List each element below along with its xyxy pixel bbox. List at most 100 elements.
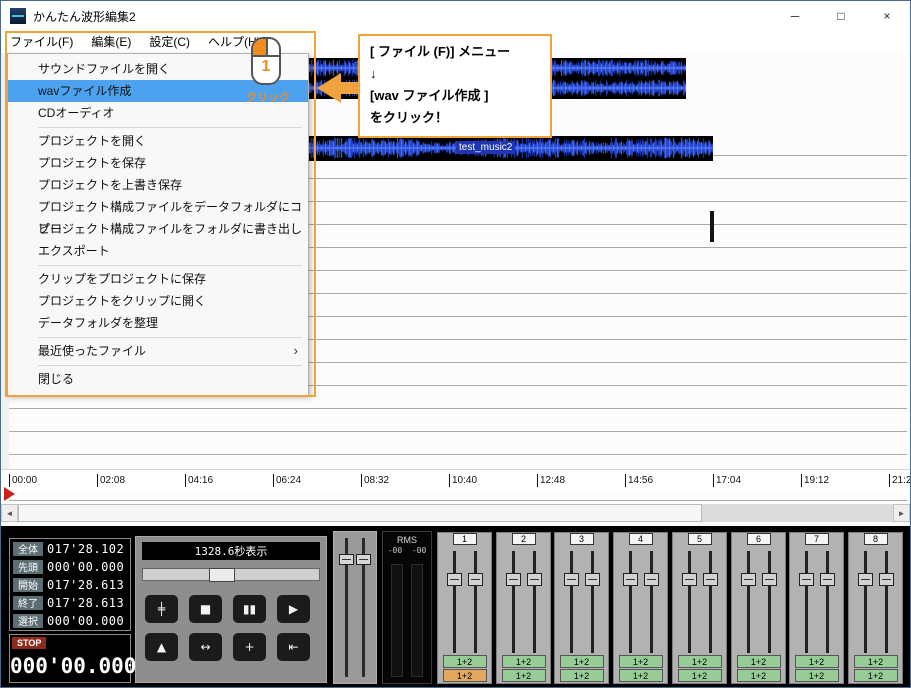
menu-item[interactable]: CDオーディオ [8,102,308,124]
timeline-ruler[interactable]: 00:00 02:08 04:16 06:24 08:32 10:40 12:48 14:56… [1,469,910,492]
eject-button[interactable]: ▲ [145,633,178,661]
channel-route-button[interactable]: 1+2 [501,655,546,668]
fader-button[interactable]: ╪ [145,595,178,623]
channel-number: 4 [628,533,653,545]
channel-fader-handle[interactable] [527,573,542,586]
menu-item-label: プロジェクトを上書き保存 [38,178,183,192]
add-button[interactable]: + [233,633,266,661]
transport-row-1: ╪ ■ ▮▮ ▶ [145,595,310,623]
channel-fader-handle[interactable] [703,573,718,586]
channel-fader-handle[interactable] [799,573,814,586]
timeline-label: 08:32 [361,474,389,487]
menu-item-label: クリップをプロジェクトに保存 [38,272,207,286]
channel-fader-track [629,551,632,653]
time-row-value: 017'28.102 [47,541,125,556]
channel-route-button[interactable]: 1+2 [794,655,839,668]
close-button[interactable]: × [864,1,910,31]
channel-route-button[interactable]: 1+2 [677,669,722,682]
level-meter-panel: RMS -00 -00 [382,531,432,684]
meter-bar-left [391,564,403,677]
channel-route-button[interactable]: 1+2 [559,655,604,668]
callout-line-1: [ ファイル (F)] メニュー [370,44,511,59]
pause-button[interactable]: ▮▮ [233,595,266,623]
menu-item[interactable]: クリップをプロジェクトに保存 [8,268,308,290]
channel-route-button[interactable]: 1+2 [677,655,722,668]
channel-route-button[interactable]: 1+2 [794,669,839,682]
channel-fader-handle[interactable] [468,573,483,586]
menu-item[interactable]: プロジェクトを開く [8,130,308,152]
channel-route-button[interactable]: 1+2 [853,655,898,668]
maximize-button[interactable]: □ [818,1,864,31]
channel-fader-handle[interactable] [623,573,638,586]
time-row: 全体 017'28.102 [13,541,127,556]
channel-fader-handle[interactable] [858,573,873,586]
channel-route-button[interactable]: 1+2 [442,655,487,668]
loop-button[interactable]: ↔ [189,633,222,661]
title-bar: かんたん波形編集2 ─ □ × [1,1,910,31]
channel-route-button[interactable]: 1+2 [736,669,781,682]
menu-item[interactable]: プロジェクト構成ファイルをフォルダに書き出し [8,218,308,240]
channel-fader-handle[interactable] [585,573,600,586]
channel-route-button[interactable]: 1+2 [442,669,487,682]
zoom-slider-handle[interactable] [209,568,235,582]
menubar-item[interactable]: ファイル(F) [1,31,82,53]
menu-item[interactable]: エクスポート [8,240,308,262]
timeline-label: 19:12 [801,474,829,487]
scroll-left-button[interactable]: ◄ [1,504,18,522]
master-fader-handle[interactable] [339,554,354,565]
menu-item[interactable]: プロジェクトを上書き保存 [8,174,308,196]
channel-fader-handle[interactable] [644,573,659,586]
zoom-slider[interactable] [142,568,320,582]
channel-fader-track [688,551,691,653]
step-number: 1 [261,58,271,75]
channel-fader-handle[interactable] [762,573,777,586]
channel-fader-handle[interactable] [447,573,462,586]
channel-fader-handle[interactable] [564,573,579,586]
menubar-item[interactable]: 編集(E) [82,31,140,53]
channel-fader-handle[interactable] [682,573,697,586]
time-row-label: 先頭 [13,559,43,574]
channel-fader-track [570,551,573,653]
horizontal-scrollbar[interactable]: ◄ ► [1,504,910,522]
minimize-button[interactable]: ─ [772,1,818,31]
scroll-right-button[interactable]: ► [893,504,910,522]
menu-item-label: 最近使ったファイル [38,344,147,358]
channel-route-button[interactable]: 1+2 [736,655,781,668]
master-fader-handle[interactable] [356,554,371,565]
channel-strip: 4 1+2 1+2 [613,532,668,684]
menubar-item[interactable]: 設定(C) [140,31,199,53]
menu-item[interactable]: プロジェクトをクリップに開く [8,290,308,312]
channel-fader-handle[interactable] [820,573,835,586]
playhead-marker[interactable] [4,487,15,501]
channel-route-button[interactable]: 1+2 [618,655,663,668]
channel-fader-handle[interactable] [506,573,521,586]
tutorial-callout: [ ファイル (F)] メニュー ↓ [wav ファイル作成 ] をクリック！ [358,34,552,138]
time-row-label: 選択 [13,613,43,628]
stop-button[interactable]: ■ [189,595,222,623]
scrollbar-thumb[interactable] [18,504,702,522]
menu-item-label: wavファイル作成 [38,84,132,98]
menu-item[interactable]: 最近使ったファイル › [8,340,308,362]
channel-route-button[interactable]: 1+2 [501,669,546,682]
menu-item-label: データフォルダを整理 [38,316,159,330]
menu-item[interactable]: 閉じる [8,368,308,390]
channel-route-button[interactable]: 1+2 [853,669,898,682]
play-button[interactable]: ▶ [277,595,310,623]
callout-line-4: をクリック！ [370,110,449,125]
time-row: 選択 000'00.000 [13,613,127,628]
zoom-seconds-display: 1328.6秒表示 [142,542,320,560]
menu-item[interactable]: データフォルダを整理 [8,312,308,334]
time-row-value: 000'00.000 [47,559,125,574]
channel-route-button[interactable]: 1+2 [618,669,663,682]
clip-name-label: test_music2 [456,141,516,154]
channel-route-button[interactable]: 1+2 [559,669,604,682]
menu-item[interactable]: プロジェクト構成ファイルをデータフォルダにコピー [8,196,308,236]
to-start-button[interactable]: ⇤ [277,633,310,661]
time-row: 先頭 000'00.000 [13,559,127,574]
channel-fader-handle[interactable] [879,573,894,586]
menu-item-label: サウンドファイルを開く [38,62,171,76]
channel-fader-handle[interactable] [741,573,756,586]
timeline-label: 21:20 [889,474,910,487]
menu-item[interactable]: プロジェクトを保存 [8,152,308,174]
meter-bar-right [411,564,423,677]
